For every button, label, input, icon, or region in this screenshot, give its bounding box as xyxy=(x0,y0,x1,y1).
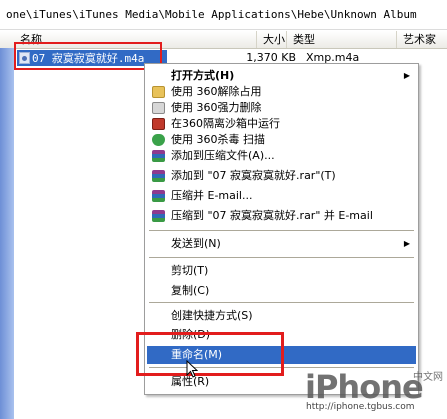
address-path: one\iTunes\iTunes Media\Mobile Applicati… xyxy=(6,8,417,21)
address-bar[interactable]: one\iTunes\iTunes Media\Mobile Applicati… xyxy=(0,0,447,30)
watermark-url: http://iphone.tgbus.com xyxy=(306,402,415,412)
winrar-books-icon xyxy=(152,170,165,182)
menu-compress-email-label: 压缩并 E-mail... xyxy=(171,189,253,202)
menu-add-rar[interactable]: 添加到 "07 寂寞寂寞就好.rar"(T) xyxy=(147,166,416,186)
menu-separator xyxy=(149,257,414,258)
column-type-label: 类型 xyxy=(293,33,315,46)
menu-add-archive[interactable]: 添加到压缩文件(A)... xyxy=(147,146,416,166)
shield-icon xyxy=(152,134,165,146)
menu-compress-rar-email-label: 压缩到 "07 寂寞寂寞就好.rar" 并 E-mail xyxy=(171,209,373,222)
winrar-books-icon xyxy=(152,210,165,222)
menu-add-rar-label: 添加到 "07 寂寞寂寞就好.rar"(T) xyxy=(171,169,336,182)
menu-compress-rar-email[interactable]: 压缩到 "07 寂寞寂寞就好.rar" 并 E-mail xyxy=(147,206,416,226)
column-size[interactable]: 大小 xyxy=(257,31,287,48)
menu-copy[interactable]: 复制(C) xyxy=(147,281,416,301)
task-pane-strip xyxy=(0,48,14,419)
menu-cut-label: 剪切(T) xyxy=(171,264,209,277)
highlight-box-rename xyxy=(136,332,284,376)
submenu-arrow-icon: ▶ xyxy=(403,239,410,248)
menu-compress-email[interactable]: 压缩并 E-mail... xyxy=(147,186,416,206)
watermark-logo: iPhone xyxy=(305,368,424,406)
winrar-books-icon xyxy=(152,150,165,162)
menu-send-to-label: 发送到(N) xyxy=(171,237,221,250)
watermark-cn: 中文网 xyxy=(413,372,443,383)
winrar-books-icon xyxy=(152,190,165,202)
column-artist-label: 艺术家 xyxy=(403,33,436,46)
menu-send-to[interactable]: 发送到(N) ▶ xyxy=(147,234,416,254)
column-type[interactable]: 类型 xyxy=(287,31,397,48)
shredder-icon xyxy=(152,102,165,114)
menu-separator xyxy=(149,302,414,303)
menu-create-shortcut-label: 创建快捷方式(S) xyxy=(171,309,253,322)
menu-separator xyxy=(149,230,414,231)
menu-cut[interactable]: 剪切(T) xyxy=(147,261,416,281)
folder-icon xyxy=(152,86,165,98)
column-artist[interactable]: 艺术家 xyxy=(397,31,447,48)
menu-create-shortcut[interactable]: 创建快捷方式(S) xyxy=(147,306,416,326)
sandbox-icon xyxy=(152,118,165,130)
column-size-label: 大小 xyxy=(263,33,285,46)
menu-add-archive-label: 添加到压缩文件(A)... xyxy=(171,149,275,162)
menu-copy-label: 复制(C) xyxy=(171,284,210,297)
mouse-cursor-icon xyxy=(186,360,198,378)
highlight-box-file xyxy=(14,42,162,70)
